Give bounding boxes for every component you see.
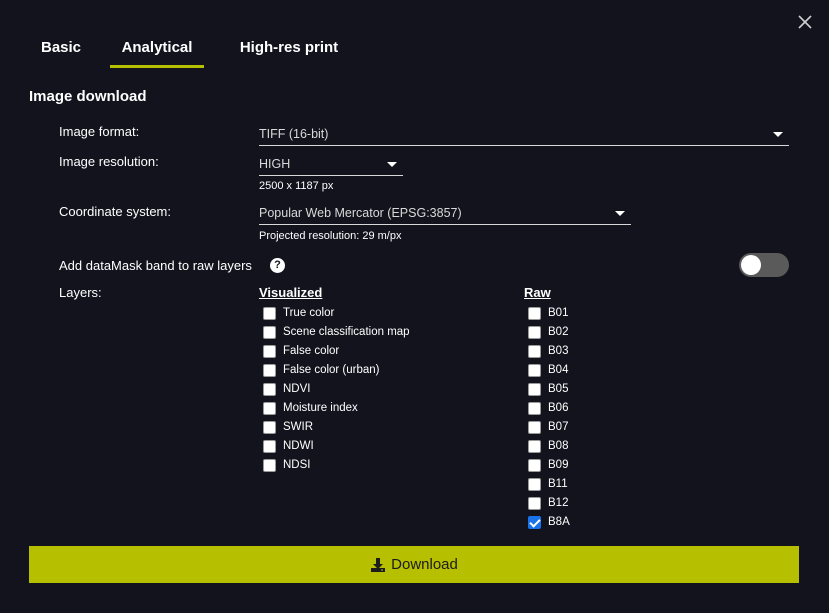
checkbox-label: NDSI <box>283 459 311 471</box>
checkbox[interactable] <box>528 458 541 472</box>
layer-checkbox-item[interactable]: False color <box>263 343 339 359</box>
layer-checkbox-item[interactable]: B01 <box>528 305 568 321</box>
checkbox-label: B06 <box>548 402 569 414</box>
image-format-select[interactable]: TIFF (16-bit) <box>259 124 789 146</box>
layer-checkbox-item[interactable]: NDWI <box>263 438 314 454</box>
checkbox[interactable] <box>528 363 541 377</box>
checkbox-label: False color <box>283 345 340 357</box>
tab-basic[interactable]: Basic <box>29 36 89 68</box>
checkbox[interactable] <box>263 458 276 472</box>
checkbox-label: B08 <box>548 440 569 452</box>
checkbox[interactable] <box>528 344 541 358</box>
image-resolution-select[interactable]: HIGH <box>259 154 403 176</box>
layer-checkbox-item[interactable]: B11 <box>528 476 568 492</box>
image-resolution-label: Image resolution: <box>59 154 159 169</box>
help-icon[interactable]: ? <box>270 258 285 273</box>
checkbox-label: B02 <box>548 326 569 338</box>
checkbox[interactable] <box>263 344 276 358</box>
layers-label: Layers: <box>59 285 102 300</box>
checkbox[interactable] <box>263 439 276 453</box>
visualized-heading: Visualized <box>259 285 323 300</box>
checkbox[interactable] <box>263 325 276 339</box>
checkbox[interactable] <box>528 401 541 415</box>
section-title: Image download <box>29 88 147 105</box>
checkbox[interactable] <box>528 306 541 320</box>
image-download-dialog: Basic Analytical High-res print Image do… <box>0 0 829 613</box>
tab-high-res-print[interactable]: High-res print <box>227 36 351 68</box>
layer-checkbox-item[interactable]: B05 <box>528 381 568 397</box>
checkbox-label: B11 <box>548 478 568 490</box>
toggle-knob <box>741 255 761 275</box>
layer-checkbox-item[interactable]: True color <box>263 305 334 321</box>
checkbox[interactable] <box>528 496 541 510</box>
datamask-label: Add dataMask band to raw layers <box>59 258 252 273</box>
tab-analytical[interactable]: Analytical <box>110 36 204 68</box>
datamask-toggle[interactable] <box>739 253 789 277</box>
checkbox-label: Scene classification map <box>283 326 410 338</box>
checkbox-label: True color <box>283 307 335 319</box>
checkbox-label: NDWI <box>283 440 314 452</box>
checkbox[interactable] <box>528 325 541 339</box>
close-button[interactable] <box>795 12 815 32</box>
checkbox[interactable] <box>263 382 276 396</box>
checkbox[interactable] <box>528 420 541 434</box>
checkbox[interactable] <box>263 363 276 377</box>
checkbox[interactable] <box>528 515 541 529</box>
layer-checkbox-item[interactable]: SWIR <box>263 419 313 435</box>
coordinate-system-select[interactable]: Popular Web Mercator (EPSG:3857) <box>259 203 631 225</box>
coordinate-system-label: Coordinate system: <box>59 204 171 219</box>
layer-checkbox-item[interactable]: B03 <box>528 343 568 359</box>
checkbox[interactable] <box>263 420 276 434</box>
chevron-down-icon <box>387 162 397 167</box>
close-icon <box>798 15 812 29</box>
checkbox-label: B03 <box>548 345 569 357</box>
image-resolution-value: HIGH <box>259 157 291 171</box>
chevron-down-icon <box>773 132 783 137</box>
layer-checkbox-item[interactable]: B06 <box>528 400 568 416</box>
layer-checkbox-item[interactable]: B09 <box>528 457 568 473</box>
checkbox[interactable] <box>528 382 541 396</box>
image-format-value: TIFF (16-bit) <box>259 127 329 141</box>
layer-checkbox-item[interactable]: B8A <box>528 514 570 530</box>
checkbox-label: Moisture index <box>283 402 358 414</box>
layer-checkbox-item[interactable]: Moisture index <box>263 400 358 416</box>
layer-checkbox-item[interactable]: False color (urban) <box>263 362 380 378</box>
checkbox-label: B05 <box>548 383 569 395</box>
layer-checkbox-item[interactable]: B02 <box>528 324 568 340</box>
checkbox[interactable] <box>528 439 541 453</box>
layer-checkbox-item[interactable]: B04 <box>528 362 568 378</box>
checkbox-label: B12 <box>548 497 569 509</box>
download-button[interactable]: Download <box>29 546 799 583</box>
layer-checkbox-item[interactable]: B07 <box>528 419 568 435</box>
checkbox-label: B8A <box>548 516 570 528</box>
checkbox[interactable] <box>263 306 276 320</box>
coordinate-system-value: Popular Web Mercator (EPSG:3857) <box>259 206 462 220</box>
projected-resolution-hint: Projected resolution: 29 m/px <box>259 230 402 242</box>
checkbox-label: NDVI <box>283 383 311 395</box>
layer-checkbox-item[interactable]: B08 <box>528 438 568 454</box>
download-icon <box>371 557 386 572</box>
checkbox[interactable] <box>528 477 541 491</box>
raw-heading: Raw <box>524 285 551 300</box>
layer-checkbox-item[interactable]: Scene classification map <box>263 324 410 340</box>
checkbox-label: SWIR <box>283 421 314 433</box>
checkbox-label: B01 <box>548 307 569 319</box>
checkbox-label: False color (urban) <box>283 364 380 376</box>
resolution-hint: 2500 x 1187 px <box>259 180 334 192</box>
chevron-down-icon <box>615 211 625 216</box>
layer-checkbox-item[interactable]: NDSI <box>263 457 310 473</box>
image-format-label: Image format: <box>59 124 140 139</box>
download-label: Download <box>391 556 458 573</box>
layer-checkbox-item[interactable]: B12 <box>528 495 568 511</box>
checkbox[interactable] <box>263 401 276 415</box>
checkbox-label: B09 <box>548 459 569 471</box>
checkbox-label: B04 <box>548 364 569 376</box>
checkbox-label: B07 <box>548 421 569 433</box>
layer-checkbox-item[interactable]: NDVI <box>263 381 310 397</box>
